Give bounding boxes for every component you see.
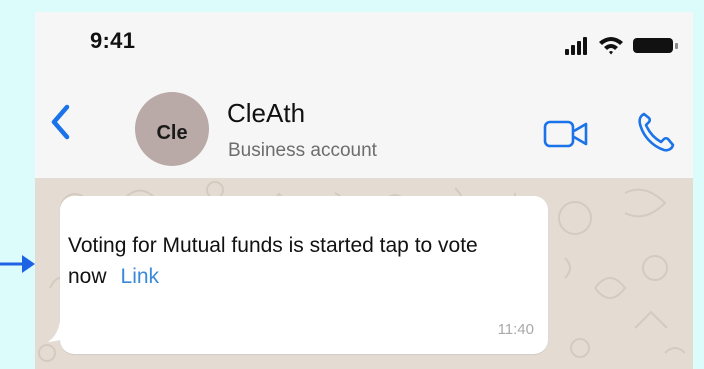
chevron-left-icon[interactable] bbox=[49, 104, 71, 140]
status-bar: 9:41 bbox=[35, 12, 693, 78]
message-bubble[interactable]: Voting for Mutual funds is started tap t… bbox=[60, 196, 548, 354]
arrow-pointer-icon bbox=[0, 255, 35, 273]
signal-icon bbox=[565, 37, 587, 55]
avatar[interactable]: Cle bbox=[135, 92, 209, 166]
phone-screen: 9:41 Cle CleAth Business account Voting … bbox=[35, 12, 693, 369]
battery-icon bbox=[633, 38, 678, 53]
message-text-block: Voting for Mutual funds is started tap t… bbox=[68, 230, 538, 292]
contact-name[interactable]: CleAth bbox=[227, 98, 305, 129]
message-timestamp: 11:40 bbox=[497, 321, 534, 338]
chat-area: Voting for Mutual funds is started tap t… bbox=[35, 178, 693, 369]
avatar-initials: Cle bbox=[156, 121, 188, 144]
phone-icon[interactable] bbox=[635, 110, 675, 154]
contact-subtitle: Business account bbox=[228, 140, 377, 161]
status-icons bbox=[565, 37, 678, 55]
screenshot-canvas: 9:41 Cle CleAth Business account Voting … bbox=[0, 0, 704, 369]
chat-header: Cle CleAth Business account bbox=[35, 78, 693, 178]
bubble-tail bbox=[48, 321, 72, 342]
wifi-icon bbox=[599, 37, 623, 55]
status-time: 9:41 bbox=[90, 28, 136, 53]
video-camera-icon[interactable] bbox=[543, 118, 589, 150]
message-link[interactable]: Link bbox=[121, 265, 160, 288]
